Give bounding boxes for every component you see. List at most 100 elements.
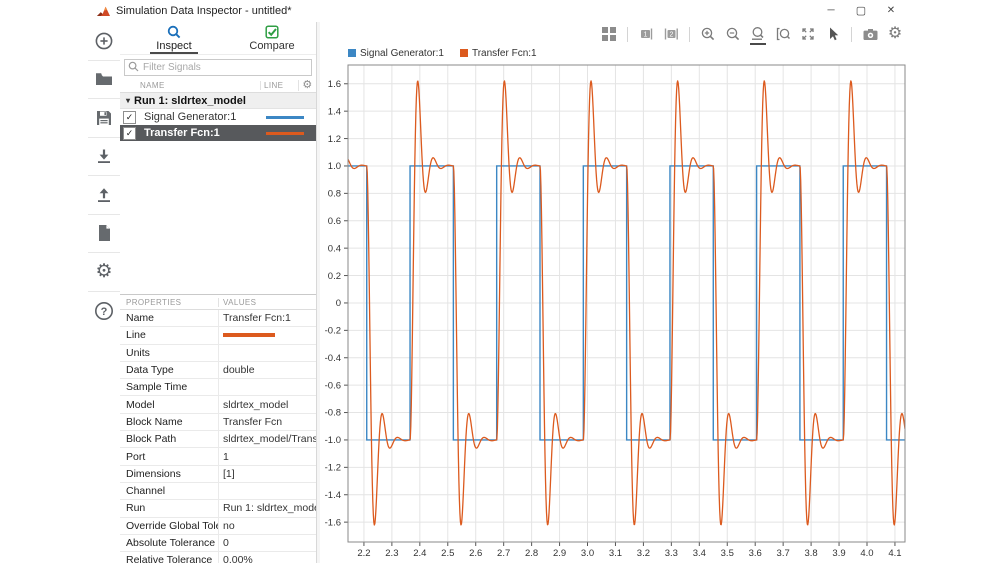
property-label: Units (120, 347, 218, 359)
svg-text:0.4: 0.4 (328, 243, 341, 254)
property-row: Override Global Toler...no (120, 518, 316, 535)
close-button[interactable]: ✕ (876, 0, 906, 22)
gear-icon: ⚙ (888, 26, 902, 42)
save-button[interactable] (88, 99, 120, 138)
signal-checkbox[interactable]: ✓ (123, 111, 136, 124)
signal-row[interactable]: ✓ Transfer Fcn:1 (120, 125, 316, 141)
properties-panel: PROPERTIES VALUES NameTransfer Fcn:1Line… (120, 294, 316, 563)
maximize-button[interactable]: ▢ (846, 0, 876, 22)
signal-row[interactable]: ✓Signal Generator:1 (120, 109, 316, 125)
svg-text:3.8: 3.8 (804, 548, 817, 559)
svg-text:0.6: 0.6 (328, 216, 341, 227)
pointer-mode-button[interactable] (822, 24, 844, 44)
property-row: Modelsldrtex_model (120, 396, 316, 413)
app-window: Simulation Data Inspector - untitled* ─ … (88, 0, 910, 563)
property-row: Channel (120, 483, 316, 500)
export-button[interactable] (88, 176, 120, 215)
tab-compare-label: Compare (249, 40, 294, 52)
tab-compare[interactable]: Compare (228, 22, 316, 54)
property-label: Run (120, 502, 218, 514)
property-value (218, 345, 316, 361)
property-value: sldrtex_model/Transfe... (218, 431, 316, 447)
open-button[interactable] (88, 61, 120, 100)
property-row: Data Typedouble (120, 362, 316, 379)
signal-name: Transfer Fcn:1 (144, 127, 260, 139)
fit-to-view-icon (800, 26, 816, 42)
property-value (218, 379, 316, 395)
svg-text:-0.4: -0.4 (325, 353, 341, 364)
property-row: Relative Tolerance0.00% (120, 552, 316, 563)
report-button[interactable] (88, 215, 120, 254)
filter-signals-box (120, 55, 316, 79)
property-label: Line (120, 329, 218, 341)
svg-text:3.7: 3.7 (777, 548, 790, 559)
property-label: Relative Tolerance (120, 554, 218, 563)
folder-icon (94, 69, 114, 89)
svg-text:3.1: 3.1 (609, 548, 622, 559)
filter-signals-input[interactable] (124, 59, 312, 76)
column-options-gear-icon[interactable]: ⚙ (298, 80, 316, 91)
svg-text:4.1: 4.1 (888, 548, 901, 559)
properties-rows: NameTransfer Fcn:1LineUnitsData Typedoub… (120, 310, 316, 563)
svg-text:-1.6: -1.6 (325, 517, 341, 528)
property-row: Block NameTransfer Fcn (120, 414, 316, 431)
property-label: Channel (120, 485, 218, 497)
matlab-logo-icon (97, 6, 110, 17)
arrow-cursor-icon (825, 26, 841, 42)
legend-item[interactable]: Signal Generator:1 (348, 48, 444, 59)
property-value (218, 483, 316, 499)
svg-text:1.6: 1.6 (328, 79, 341, 90)
legend-label: Transfer Fcn:1 (472, 48, 537, 59)
zoom-in-time-button[interactable] (747, 24, 769, 44)
circle-plus-icon (94, 31, 114, 51)
zoom-in-button[interactable] (697, 24, 719, 44)
signal-checkbox[interactable]: ✓ (123, 127, 136, 140)
fit-to-view-button[interactable] (797, 24, 819, 44)
camera-icon (862, 26, 879, 42)
visualization-settings-button[interactable]: ⚙ (884, 24, 906, 44)
preferences-button[interactable]: ⚙ (88, 253, 120, 292)
signal-list: ✓Signal Generator:1✓Transfer Fcn:1 (120, 109, 316, 141)
snapshot-button[interactable] (859, 24, 881, 44)
subplot-layout-button[interactable] (598, 24, 620, 44)
compare-check-icon (265, 25, 279, 39)
plot-canvas[interactable]: 2.22.32.42.52.62.72.82.93.03.13.23.33.43… (320, 60, 910, 563)
zoom-out-button[interactable] (722, 24, 744, 44)
property-row: RunRun 1: sldrtex_model (120, 500, 316, 517)
legend-item[interactable]: Transfer Fcn:1 (460, 48, 537, 59)
zoom-out-icon (725, 26, 741, 42)
import-button[interactable] (88, 138, 120, 177)
column-name-header: NAME (120, 81, 260, 90)
svg-text:2.8: 2.8 (525, 548, 538, 559)
chart-legend: Signal Generator:1 Transfer Fcn:1 (320, 46, 910, 60)
property-row: Port1 (120, 448, 316, 465)
zoom-in-y-icon (775, 26, 791, 42)
cursor-one-icon: 1 (638, 26, 654, 42)
property-value: Transfer Fcn (218, 414, 316, 430)
help-button[interactable]: ? (88, 292, 120, 331)
tab-inspect[interactable]: Inspect (130, 22, 218, 54)
svg-text:2.9: 2.9 (553, 548, 566, 559)
svg-text:3.5: 3.5 (721, 548, 734, 559)
property-value: [1] (218, 466, 316, 482)
data-cursor-one-button[interactable]: 1 (635, 24, 657, 44)
titlebar: Simulation Data Inspector - untitled* ─ … (88, 0, 910, 22)
line-style-swatch (223, 333, 275, 337)
signal-line-swatch (266, 116, 304, 119)
minimize-button[interactable]: ─ (816, 0, 846, 22)
data-cursor-two-button[interactable]: 2 (660, 24, 682, 44)
collapse-caret-icon[interactable]: ▾ (126, 96, 130, 105)
zoom-in-y-button[interactable] (772, 24, 794, 44)
property-label: Override Global Toler... (120, 520, 218, 532)
svg-text:2: 2 (670, 32, 674, 39)
new-session-button[interactable] (88, 22, 120, 61)
signal-table-header: NAME LINE ⚙ (120, 79, 316, 93)
run-group-row[interactable]: ▾ Run 1: sldrtex_model (120, 93, 316, 109)
svg-text:?: ? (101, 306, 108, 318)
help-icon: ? (93, 300, 115, 322)
svg-text:4.0: 4.0 (860, 548, 873, 559)
svg-text:0.8: 0.8 (328, 189, 341, 200)
property-label: Port (120, 451, 218, 463)
svg-text:3.4: 3.4 (693, 548, 706, 559)
svg-text:3.6: 3.6 (749, 548, 762, 559)
